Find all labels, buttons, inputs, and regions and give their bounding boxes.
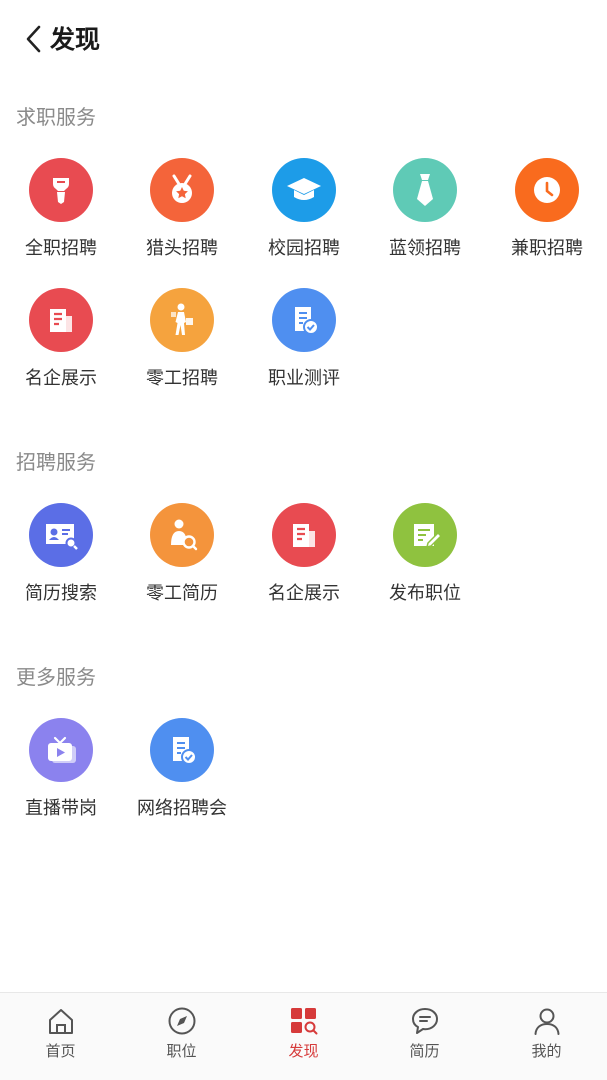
grid-item-famous-company[interactable]: 名企展示 bbox=[0, 288, 122, 408]
item-label: 零工简历 bbox=[146, 583, 218, 604]
grid-item-fulltime-recruit[interactable]: 全职招聘 bbox=[0, 158, 122, 278]
compass-icon bbox=[166, 1005, 198, 1037]
item-label: 名企展示 bbox=[25, 368, 97, 389]
back-button[interactable] bbox=[18, 22, 48, 56]
item-label: 简历搜索 bbox=[25, 583, 97, 604]
company-building-icon bbox=[272, 503, 336, 567]
chat-bubble-icon bbox=[409, 1005, 441, 1037]
section-title: 更多服务 bbox=[16, 665, 96, 689]
edit-doc-icon bbox=[393, 503, 457, 567]
item-label: 蓝领招聘 bbox=[389, 238, 461, 259]
grid-item-campus-recruit[interactable]: 校园招聘 bbox=[243, 158, 365, 278]
item-label: 兼职招聘 bbox=[511, 238, 583, 259]
nav-item-resume[interactable]: 简历 bbox=[364, 993, 485, 1080]
nav-item-discover[interactable]: 发现 bbox=[243, 993, 364, 1080]
nav-label: 发现 bbox=[288, 1042, 319, 1060]
resume-search-icon bbox=[29, 503, 93, 567]
grid-item-online-job-fair[interactable]: 网络招聘会 bbox=[121, 718, 243, 838]
live-tv-icon bbox=[29, 718, 93, 782]
grid-item-bluecollar-recruit[interactable]: 蓝领招聘 bbox=[364, 158, 486, 278]
nav-label: 简历 bbox=[409, 1042, 440, 1060]
grid-item-resume-search[interactable]: 简历搜索 bbox=[0, 503, 122, 623]
item-label: 全职招聘 bbox=[25, 238, 97, 259]
section-title: 求职服务 bbox=[16, 105, 96, 129]
assessment-doc-icon bbox=[272, 288, 336, 352]
grid-item-parttime-recruit[interactable]: 兼职招聘 bbox=[486, 158, 607, 278]
nav-item-home[interactable]: 首页 bbox=[0, 993, 121, 1080]
grid-item-gig-recruit[interactable]: 零工招聘 bbox=[121, 288, 243, 408]
item-label: 名企展示 bbox=[268, 583, 340, 604]
chevron-left-icon bbox=[26, 25, 41, 53]
clock-icon bbox=[515, 158, 579, 222]
section-title: 招聘服务 bbox=[16, 450, 96, 474]
graduation-cap-icon bbox=[272, 158, 336, 222]
worker-icon bbox=[150, 288, 214, 352]
necktie-icon bbox=[393, 158, 457, 222]
medal-icon bbox=[150, 158, 214, 222]
item-label: 网络招聘会 bbox=[137, 798, 227, 819]
bottom-nav: 首页 职位 发现 简历 我的 bbox=[0, 992, 607, 1080]
discover-grid-icon bbox=[288, 1005, 320, 1037]
grid-item-career-assessment[interactable]: 职业测评 bbox=[243, 288, 365, 408]
nav-label: 职位 bbox=[166, 1042, 197, 1060]
grid-item-live-recruit[interactable]: 直播带岗 bbox=[0, 718, 122, 838]
discover-page: 发现 求职服务 全职招聘 猎头招聘 校园招聘 蓝领招聘 兼职招聘 名企展示 零工… bbox=[0, 0, 607, 1080]
item-label: 直播带岗 bbox=[25, 798, 97, 819]
tie-badge-icon bbox=[29, 158, 93, 222]
header: 发现 bbox=[0, 0, 607, 80]
page-title: 发现 bbox=[50, 25, 101, 54]
item-label: 发布职位 bbox=[389, 583, 461, 604]
grid-item-headhunter-recruit[interactable]: 猎头招聘 bbox=[121, 158, 243, 278]
item-label: 猎头招聘 bbox=[146, 238, 218, 259]
online-fair-doc-icon bbox=[150, 718, 214, 782]
nav-label: 首页 bbox=[45, 1042, 76, 1060]
item-label: 校园招聘 bbox=[268, 238, 340, 259]
grid-item-post-job[interactable]: 发布职位 bbox=[364, 503, 486, 623]
nav-item-jobs[interactable]: 职位 bbox=[121, 993, 242, 1080]
user-icon bbox=[531, 1005, 563, 1037]
company-building-icon bbox=[29, 288, 93, 352]
item-label: 职业测评 bbox=[268, 368, 340, 389]
worker-search-icon bbox=[150, 503, 214, 567]
grid-item-famous-company-2[interactable]: 名企展示 bbox=[243, 503, 365, 623]
nav-item-mine[interactable]: 我的 bbox=[486, 993, 607, 1080]
item-label: 零工招聘 bbox=[146, 368, 218, 389]
grid-item-gig-resume[interactable]: 零工简历 bbox=[121, 503, 243, 623]
nav-label: 我的 bbox=[531, 1042, 562, 1060]
home-icon bbox=[45, 1005, 77, 1037]
